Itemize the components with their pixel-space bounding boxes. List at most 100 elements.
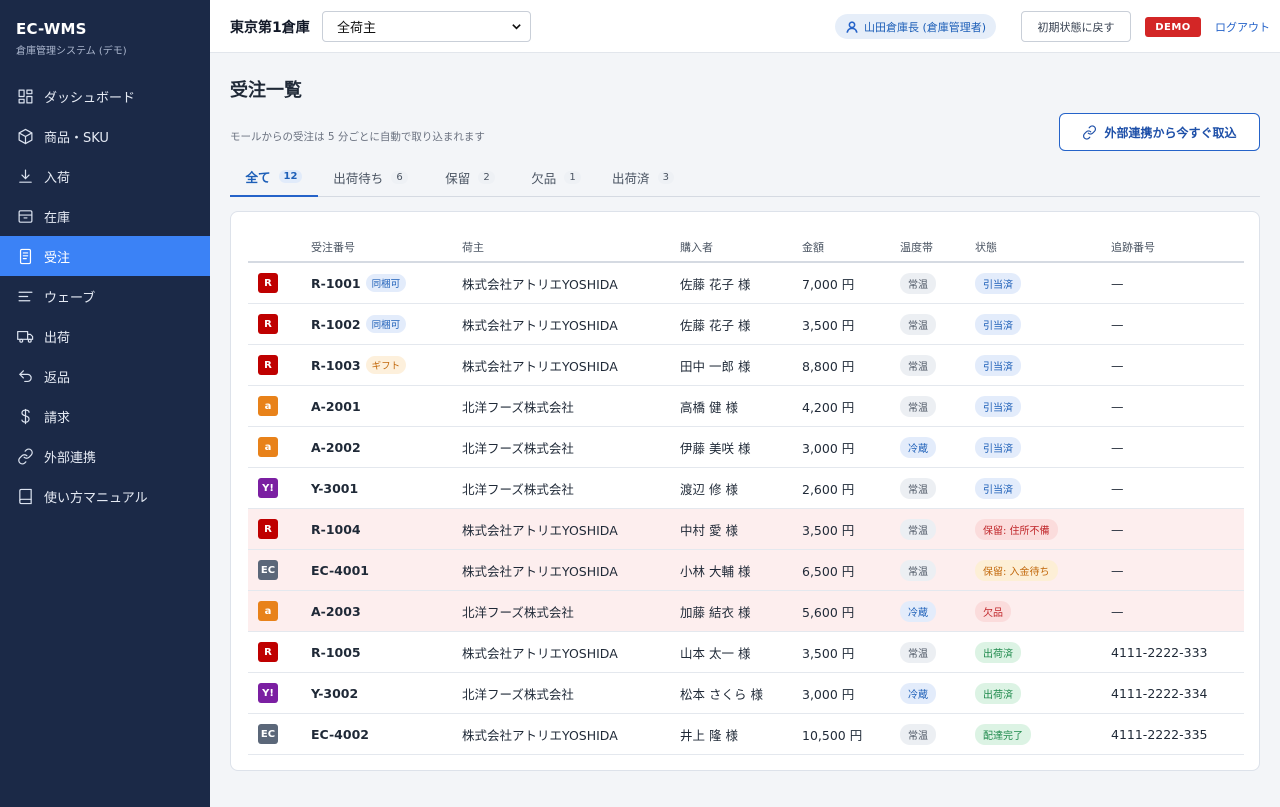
owner-name: 株式会社アトリエYOSHIDA — [462, 522, 618, 538]
buyer-name: 小林 大輔 様 — [680, 563, 751, 579]
table-row[interactable]: a A-2002 北洋フーズ株式会社 伊藤 美咲 様 3,000 円 冷蔵 引当済 — — [248, 427, 1244, 468]
order-number[interactable]: EC-4001 — [311, 563, 369, 578]
buyer-name: 佐藤 花子 様 — [680, 317, 751, 333]
document-icon — [16, 247, 34, 265]
user-name: 山田倉庫長 (倉庫管理者) — [864, 20, 987, 34]
sidebar-item-2[interactable]: 入荷 — [0, 156, 210, 196]
buyer-name: 佐藤 花子 様 — [680, 276, 751, 292]
sidebar-item-3[interactable]: 在庫 — [0, 196, 210, 236]
logout-link[interactable]: ログアウト — [1215, 19, 1270, 35]
order-number[interactable]: Y-3002 — [311, 686, 358, 701]
order-status-tabs: 全て 12 出荷待ち 6 保留 2 欠品 1 出荷済 3 — [230, 157, 1260, 197]
order-number[interactable]: EC-4002 — [311, 727, 369, 742]
table-row[interactable]: R R-1002 同梱可 株式会社アトリエYOSHIDA 佐藤 花子 様 3,500 円 常… — [248, 304, 1244, 345]
table-row[interactable]: a A-2001 北洋フーズ株式会社 高橋 健 様 4,200 円 常温 引当済 — — [248, 386, 1244, 427]
owner-name: 北洋フーズ株式会社 — [462, 440, 574, 456]
tracking-number: 4111-2222-335 — [1111, 726, 1208, 742]
table-row[interactable]: R R-1003 ギフト 株式会社アトリエYOSHIDA 田中 一郎 様 8,800 円 常… — [248, 345, 1244, 386]
table-row[interactable]: R R-1005 株式会社アトリエYOSHIDA 山本 太一 様 3,500 円 常温 出荷… — [248, 632, 1244, 673]
table-row[interactable]: EC EC-4002 株式会社アトリエYOSHIDA 井上 隆 様 10,500 円 常温… — [248, 714, 1244, 755]
mall-logo-icon: EC — [258, 724, 278, 744]
brand-subtitle: 倉庫管理システム (デモ) — [16, 46, 127, 57]
temperature-badge: 常温 — [900, 559, 936, 581]
tab-0[interactable]: 全て 12 — [230, 157, 318, 197]
temperature-badge: 冷蔵 — [900, 436, 936, 458]
mall-logo-icon: a — [258, 437, 278, 457]
order-number[interactable]: A-2002 — [311, 440, 361, 455]
buyer-name: 渡辺 修 様 — [680, 481, 738, 497]
dollar-icon — [16, 407, 34, 425]
archive-icon — [16, 207, 34, 225]
temperature-badge: 常温 — [900, 395, 936, 417]
tab-2[interactable]: 保留 2 — [435, 157, 505, 197]
tab-4[interactable]: 出荷済 3 — [607, 157, 679, 197]
status-badge: 保留: 入金待ち — [975, 559, 1058, 581]
sidebar: EC-WMS 倉庫管理システム (デモ) ダッシュボード 商品・SKU 入荷 在庫 受注… — [0, 0, 210, 807]
sidebar-item-10[interactable]: 使い方マニュアル — [0, 476, 210, 516]
table-body: R R-1001 同梱可 株式会社アトリエYOSHIDA 佐藤 花子 様 7,000 円常… — [248, 263, 1244, 755]
order-number[interactable]: A-2003 — [311, 604, 361, 619]
order-number[interactable]: R-1003 — [311, 358, 361, 373]
table-header: 受注番号 荷主 購入者 金額 温度帯 状態 追跡番号 — [248, 235, 1244, 263]
tracking-number: — — [1111, 357, 1124, 373]
link-icon — [16, 447, 34, 465]
amount: 5,600 円 — [802, 604, 855, 620]
column-header: 受注番号 — [311, 241, 355, 254]
sidebar-item-label: ウェーブ — [44, 290, 96, 306]
mall-logo-icon: R — [258, 519, 278, 539]
mall-logo-icon: R — [258, 355, 278, 375]
owner-name: 北洋フーズ株式会社 — [462, 686, 574, 702]
wave-lines-icon — [16, 287, 34, 305]
owner-name: 株式会社アトリエYOSHIDA — [462, 358, 618, 374]
amount: 4,200 円 — [802, 399, 855, 415]
table-row[interactable]: R R-1004 株式会社アトリエYOSHIDA 中村 愛 様 3,500 円 常温 保留:… — [248, 509, 1244, 550]
tracking-number: — — [1111, 521, 1124, 537]
table-row[interactable]: R R-1001 同梱可 株式会社アトリエYOSHIDA 佐藤 花子 様 7,000 円 常… — [248, 263, 1244, 304]
order-number[interactable]: R-1004 — [311, 522, 361, 537]
warehouse-name: 東京第1倉庫 — [230, 20, 310, 36]
table-row[interactable]: a A-2003 北洋フーズ株式会社 加藤 結衣 様 5,600 円 冷蔵 欠品 — — [248, 591, 1244, 632]
sidebar-item-label: 受注 — [44, 250, 71, 266]
order-number[interactable]: R-1005 — [311, 645, 361, 660]
order-tag-badge: ギフト — [365, 356, 407, 374]
buyer-name: 山本 太一 様 — [680, 645, 751, 661]
amount: 3,000 円 — [802, 686, 855, 702]
user-chip[interactable]: 山田倉庫長 (倉庫管理者) — [835, 14, 997, 39]
tab-label: 全て — [245, 169, 271, 185]
table-row[interactable]: Y! Y-3002 北洋フーズ株式会社 松本 さくら 様 3,000 円 冷蔵 出荷済 411… — [248, 673, 1244, 714]
sidebar-item-4[interactable]: 受注 — [0, 236, 210, 276]
owner-name: 株式会社アトリエYOSHIDA — [462, 317, 618, 333]
order-number[interactable]: A-2001 — [311, 399, 361, 414]
sidebar-item-label: 返品 — [44, 370, 71, 386]
status-badge: 保留: 住所不備 — [975, 518, 1058, 540]
temperature-badge: 常温 — [900, 354, 936, 376]
temperature-badge: 常温 — [900, 477, 936, 499]
owner-select[interactable]: 全荷主 — [322, 11, 531, 42]
column-header: 状態 — [975, 241, 997, 254]
tab-1[interactable]: 出荷待ち 6 — [323, 157, 418, 197]
table-row[interactable]: Y! Y-3001 北洋フーズ株式会社 渡辺 修 様 2,600 円 常温 引当済 — — [248, 468, 1244, 509]
order-number[interactable]: Y-3001 — [311, 481, 358, 496]
temperature-badge: 常温 — [900, 641, 936, 663]
import-now-label: 外部連携から今すぐ取込 — [1104, 125, 1237, 140]
reset-button[interactable]: 初期状態に戻す — [1021, 11, 1131, 42]
sidebar-item-5[interactable]: ウェーブ — [0, 276, 210, 316]
sidebar-item-8[interactable]: 請求 — [0, 396, 210, 436]
column-header: 温度帯 — [900, 241, 933, 254]
sidebar-item-0[interactable]: ダッシュボード — [0, 76, 210, 116]
link-icon — [1083, 124, 1097, 140]
sidebar-item-9[interactable]: 外部連携 — [0, 436, 210, 476]
sidebar-item-6[interactable]: 出荷 — [0, 316, 210, 356]
amount: 2,600 円 — [802, 481, 855, 497]
import-now-button[interactable]: 外部連携から今すぐ取込 — [1059, 113, 1260, 151]
amount: 6,500 円 — [802, 563, 855, 579]
mall-logo-icon: Y! — [258, 478, 278, 498]
sidebar-item-7[interactable]: 返品 — [0, 356, 210, 396]
order-number[interactable]: R-1001 — [311, 276, 361, 291]
sidebar-item-1[interactable]: 商品・SKU — [0, 116, 210, 156]
order-number[interactable]: R-1002 — [311, 317, 361, 332]
tab-3[interactable]: 欠品 1 — [521, 157, 591, 197]
page-note: モールからの受注は 5 分ごとに自動で取り込まれます — [230, 131, 485, 143]
table-row[interactable]: EC EC-4001 株式会社アトリエYOSHIDA 小林 大輔 様 6,500 円 常温… — [248, 550, 1244, 591]
temperature-badge: 常温 — [900, 723, 936, 745]
